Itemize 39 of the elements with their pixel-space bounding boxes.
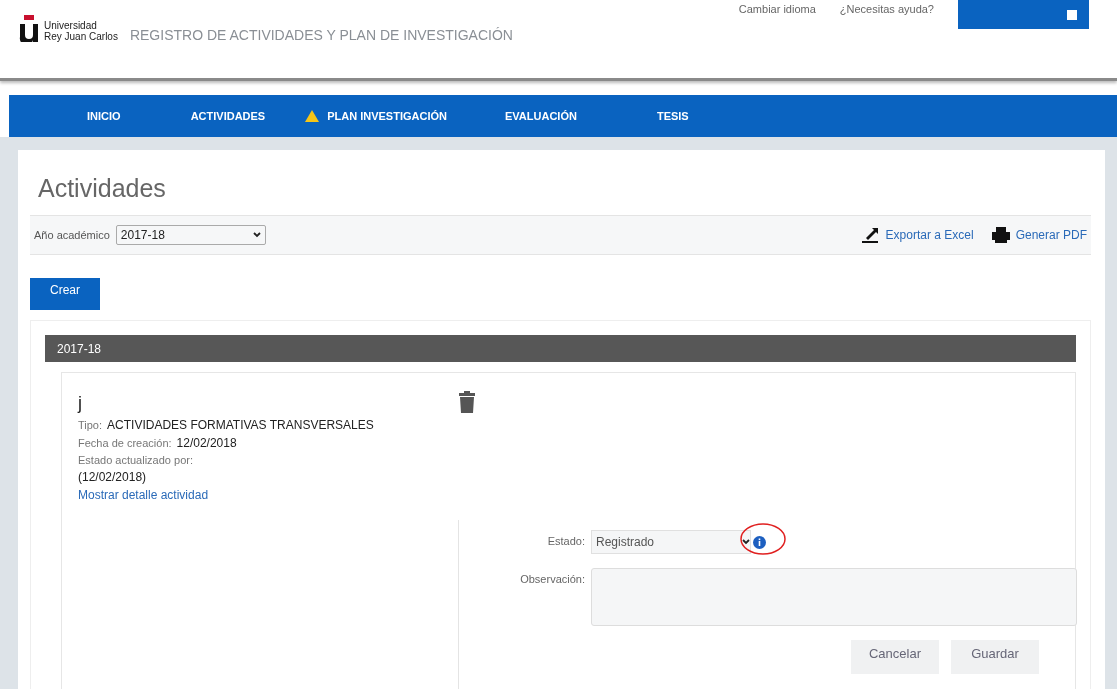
page-title: Actividades: [37, 173, 167, 204]
field-label: Estado actualizado por:: [78, 454, 193, 466]
chevron-icon: [742, 539, 750, 545]
year-select[interactable]: 2017-18: [115, 225, 266, 245]
state-select[interactable]: Registrado: [591, 530, 751, 554]
field-label: Fecha de creación:: [78, 437, 172, 449]
year-header-bar: 2017-18: [45, 335, 1076, 362]
generate-pdf-link[interactable]: Generar PDF: [1015, 228, 1087, 242]
year-label: Año académico: [34, 229, 110, 241]
activity-name: j: [78, 393, 83, 414]
cancel-button[interactable]: Cancelar: [851, 640, 939, 674]
observation-field[interactable]: [591, 568, 1077, 626]
trash-icon[interactable]: [458, 391, 476, 413]
account-button[interactable]: [958, 0, 1089, 29]
state-label: Estado:: [546, 534, 585, 547]
square-icon: [1067, 9, 1077, 20]
help-link[interactable]: ¿Necesitas ayuda?: [839, 3, 934, 15]
nav-item[interactable]: INICIO: [87, 110, 121, 122]
detail-link[interactable]: Mostrar detalle actividad: [78, 488, 209, 502]
observation-label: Observación:: [519, 572, 585, 585]
nav-item[interactable]: EVALUACIÓN: [505, 110, 577, 122]
info-icon[interactable]: [753, 535, 766, 549]
field-label: Tipo:: [78, 419, 103, 431]
field-value: (12/02/2018): [78, 470, 147, 484]
export-excel-link[interactable]: Exportar a Excel: [885, 228, 974, 242]
create-button[interactable]: Crear: [30, 278, 100, 310]
field-value: ACTIVIDADES FORMATIVAS TRANSVERSALES: [107, 418, 374, 432]
app-title: REGISTRO DE ACTIVIDADES Y PLAN DE INVESTIGACIÓN: [129, 27, 514, 43]
field-value: 12/02/2018: [176, 436, 237, 450]
nav-item[interactable]: TESIS: [656, 110, 689, 122]
nav-item[interactable]: ACTIVIDADES: [190, 110, 266, 122]
save-button[interactable]: Guardar: [951, 640, 1039, 674]
nav-item[interactable]: PLAN INVESTIGACIÓN: [305, 110, 447, 122]
chevron-icon: [252, 232, 261, 238]
export-icon: [859, 227, 880, 243]
printer-icon: [991, 227, 1010, 243]
language-link[interactable]: Cambiar idioma: [738, 3, 816, 15]
university-name: Universidad Rey Juan Carlos: [44, 20, 118, 42]
logo-icon: [18, 14, 40, 42]
